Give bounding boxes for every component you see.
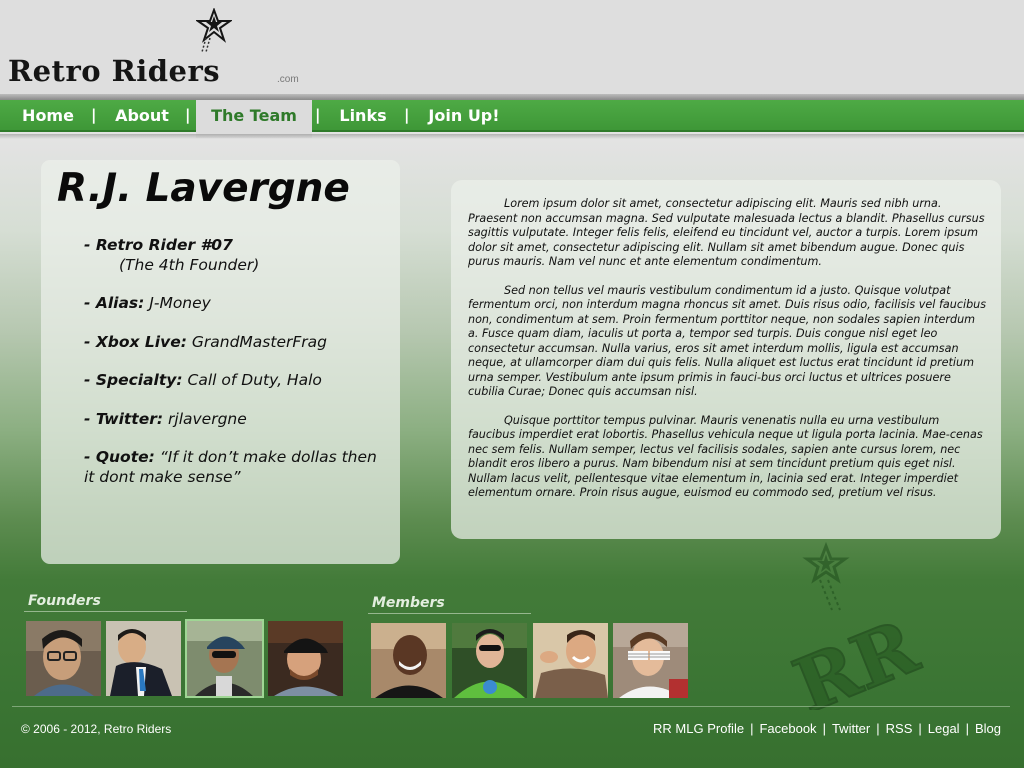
rr-watermark-logo: RR bbox=[782, 541, 930, 710]
copyright-text: © 2006 - 2012, Retro Riders bbox=[21, 722, 172, 736]
field-label: - Xbox Live: bbox=[84, 332, 187, 351]
footer-link-twitter[interactable]: Twitter bbox=[832, 721, 870, 736]
founder-photo-1[interactable] bbox=[26, 621, 101, 696]
site-header: Retro Riders .com bbox=[0, 0, 1024, 98]
nav-links[interactable]: Links bbox=[328, 100, 398, 132]
main-nav: Home | About | The Team | Links | Join U… bbox=[0, 100, 1024, 138]
footer-link-legal[interactable]: Legal bbox=[928, 721, 960, 736]
profile-twitter: - Twitter: rjlavergne bbox=[84, 410, 384, 430]
person-photo-glasses-icon bbox=[26, 621, 101, 696]
field-label: - Quote: bbox=[84, 448, 155, 466]
field-label: - Twitter: bbox=[84, 409, 164, 428]
footer-link-rr-mlg-profile[interactable]: RR MLG Profile bbox=[653, 721, 744, 736]
bio-card: Lorem ipsum dolor sit amet, consectetur … bbox=[451, 180, 1001, 539]
person-photo-cap-sunglasses-icon bbox=[187, 621, 262, 696]
nav-separator: | bbox=[404, 106, 410, 124]
footer-separator: | bbox=[918, 721, 922, 736]
members-rule bbox=[368, 613, 531, 614]
founder-photo-3-selected[interactable] bbox=[185, 619, 264, 698]
profile-name: R.J. Lavergne bbox=[57, 166, 350, 211]
profile-specialty: - Specialty: Call of Duty, Halo bbox=[84, 371, 384, 391]
profile-quote: - Quote: “If it don’t make dollas then i… bbox=[84, 448, 384, 487]
footer-separator: | bbox=[822, 721, 826, 736]
profile-details: - Retro Rider #07 (The 4th Founder) - Al… bbox=[84, 236, 384, 506]
logo-wordmark: Retro Riders bbox=[8, 54, 221, 88]
member-photo-4[interactable] bbox=[613, 623, 688, 698]
field-label: - Specialty: bbox=[84, 371, 183, 389]
nav-bottom-shadow bbox=[0, 134, 1024, 139]
footer-link-blog[interactable]: Blog bbox=[975, 721, 1001, 736]
footer-separator: | bbox=[965, 721, 969, 736]
field-value: rjlavergne bbox=[168, 409, 247, 428]
person-photo-sunglasses-green-shirt-icon bbox=[452, 623, 527, 698]
star-icon bbox=[196, 8, 232, 52]
nav-the-team[interactable]: The Team bbox=[196, 100, 312, 138]
founders-rule bbox=[24, 611, 187, 612]
footer-link-rss[interactable]: RSS bbox=[886, 721, 913, 736]
footer-link-facebook[interactable]: Facebook bbox=[759, 721, 816, 736]
field-value: GrandMasterFrag bbox=[191, 332, 327, 351]
site-logo[interactable]: Retro Riders .com bbox=[8, 8, 308, 88]
members-heading: Members bbox=[372, 595, 445, 611]
member-photo-3[interactable] bbox=[533, 623, 608, 698]
svg-text:RR: RR bbox=[783, 604, 930, 710]
person-photo-smiling-icon bbox=[371, 623, 446, 698]
founder-photo-2[interactable] bbox=[106, 621, 181, 696]
member-photo-1[interactable] bbox=[371, 623, 446, 698]
rider-subtitle: (The 4th Founder) bbox=[119, 255, 260, 274]
member-photo-2[interactable] bbox=[452, 623, 527, 698]
person-photo-shutter-shades-icon bbox=[613, 623, 688, 698]
nav-separator: | bbox=[185, 106, 191, 124]
field-value: Call of Duty, Halo bbox=[187, 371, 322, 389]
nav-home[interactable]: Home bbox=[10, 100, 86, 132]
footer-separator: | bbox=[750, 721, 754, 736]
logo-domain-suffix: .com bbox=[277, 74, 299, 85]
person-photo-cap-icon bbox=[268, 621, 343, 696]
person-photo-suit-icon bbox=[106, 621, 181, 696]
bio-paragraph: Quisque porttitor tempus pulvinar. Mauri… bbox=[468, 413, 983, 500]
profile-xbox-live: - Xbox Live: GrandMasterFrag bbox=[84, 333, 384, 353]
nav-about[interactable]: About bbox=[104, 100, 180, 132]
nav-join-up[interactable]: Join Up! bbox=[418, 100, 510, 132]
founders-heading: Founders bbox=[28, 593, 101, 609]
bio-paragraph: Sed non tellus vel mauris vestibulum con… bbox=[468, 283, 987, 399]
field-label: - Alias: bbox=[84, 294, 145, 312]
person-photo-pointing-icon bbox=[533, 623, 608, 698]
profile-card: R.J. Lavergne - Retro Rider #07 (The 4th… bbox=[41, 160, 400, 564]
profile-alias: - Alias: J-Money bbox=[84, 294, 384, 314]
nav-separator: | bbox=[91, 106, 97, 124]
footer-links: RR MLG Profile | Facebook | Twitter | RSS | Lega… bbox=[653, 721, 1001, 736]
rider-number-label: - Retro Rider #07 bbox=[84, 236, 233, 254]
footer-divider bbox=[12, 706, 1010, 707]
founder-photo-4[interactable] bbox=[268, 621, 343, 696]
profile-rider-number: - Retro Rider #07 (The 4th Founder) bbox=[84, 236, 384, 275]
field-value: J-Money bbox=[149, 294, 211, 312]
nav-separator: | bbox=[315, 106, 321, 124]
footer-separator: | bbox=[876, 721, 880, 736]
bio-paragraph: Lorem ipsum dolor sit amet, consectetur … bbox=[468, 197, 985, 268]
